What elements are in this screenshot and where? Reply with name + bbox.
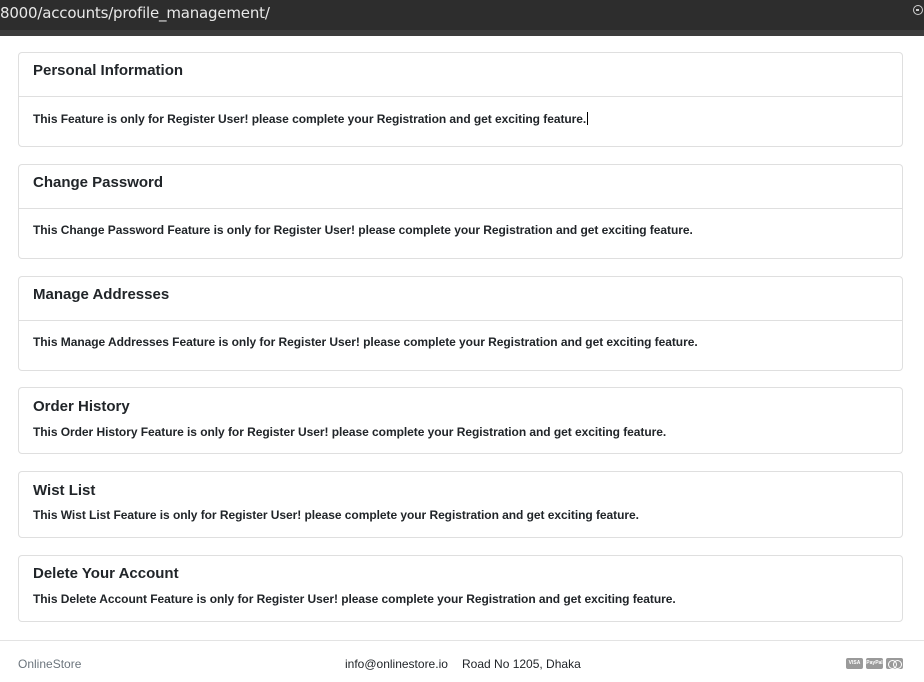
text-cursor <box>587 112 589 125</box>
card-title: Order History <box>33 398 130 415</box>
minus-circle-icon[interactable] <box>913 5 923 15</box>
site-footer: OnlineStore info@onlinestore.io Road No … <box>0 640 924 682</box>
card-message: This Order History Feature is only for R… <box>33 425 667 439</box>
card-title: Personal Information <box>33 62 184 79</box>
card-divider <box>19 208 902 209</box>
footer-brand[interactable]: OnlineStore <box>18 657 81 671</box>
card-message: This Feature is only for Register User! … <box>33 112 589 126</box>
footer-email[interactable]: info@onlinestore.io <box>345 657 448 671</box>
card-message: This Delete Account Feature is only for … <box>33 592 676 606</box>
card-message: This Manage Addresses Feature is only fo… <box>33 335 698 349</box>
delete-account-card: Delete Your Account This Delete Account … <box>18 555 903 622</box>
visa-icon: VISA <box>846 658 863 669</box>
browser-address-bar[interactable]: 8000/accounts/profile_management/ <box>0 0 924 30</box>
card-message: This Change Password Feature is only for… <box>33 223 693 237</box>
card-title: Delete Your Account <box>33 565 179 582</box>
card-title: Change Password <box>33 174 164 191</box>
card-divider <box>19 96 902 97</box>
url-text[interactable]: 8000/accounts/profile_management/ <box>0 4 270 22</box>
order-history-card: Order History This Order History Feature… <box>18 387 903 454</box>
mastercard-icon <box>886 658 903 669</box>
wish-list-card: Wist List This Wist List Feature is only… <box>18 471 903 538</box>
browser-toolbar-strip <box>0 30 924 36</box>
personal-information-card: Personal Information This Feature is onl… <box>18 52 903 147</box>
card-divider <box>19 320 902 321</box>
manage-addresses-card: Manage Addresses This Manage Addresses F… <box>18 276 903 371</box>
change-password-card: Change Password This Change Password Fea… <box>18 164 903 259</box>
paypal-icon: PayPal <box>866 658 883 669</box>
footer-address: Road No 1205, Dhaka <box>462 657 581 671</box>
card-title: Manage Addresses <box>33 286 170 303</box>
card-title: Wist List <box>33 482 96 499</box>
card-message: This Wist List Feature is only for Regis… <box>33 508 639 522</box>
